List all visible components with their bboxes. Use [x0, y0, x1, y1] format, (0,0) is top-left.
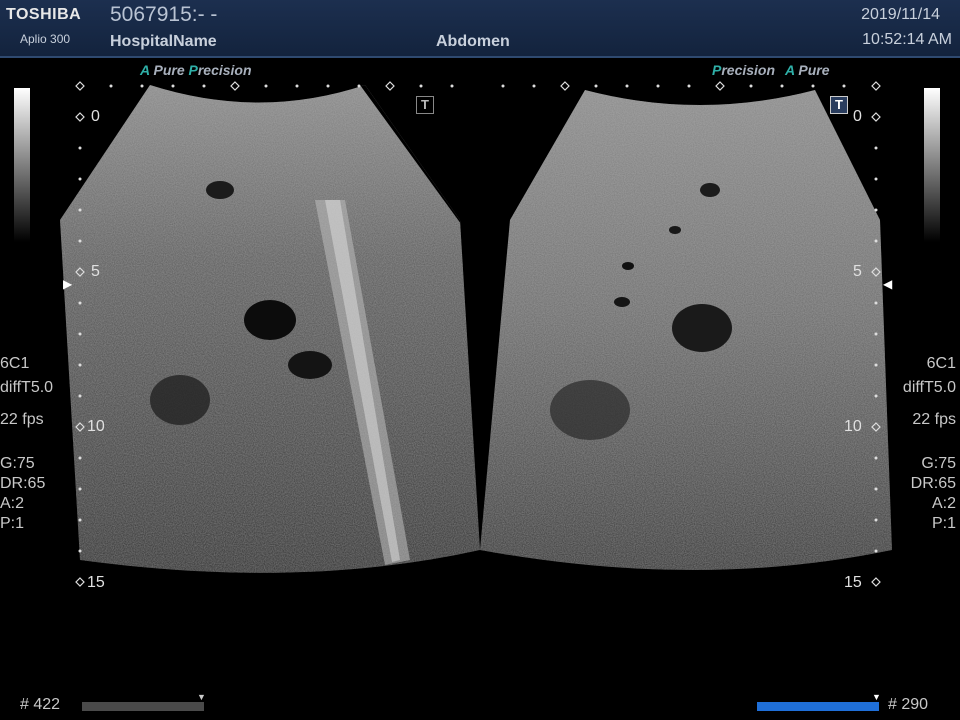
tag-a: A [784, 62, 795, 78]
cine-bar-left[interactable] [82, 702, 204, 711]
focus-marker-right-icon: ◀ [883, 277, 893, 291]
probe-label: 6C1 [0, 355, 30, 372]
tag-p: P [188, 62, 198, 78]
depth-label-10-right: 10 [844, 418, 862, 435]
t-marker-left-icon[interactable]: T [416, 96, 434, 114]
right-tag: Precision A Pure [712, 62, 830, 78]
dr-label: DR:65 [910, 475, 956, 492]
depth-label-10-left: 10 [87, 418, 105, 435]
cine-marker-right-icon: ▼ [872, 692, 881, 702]
exam-time: 10:52:14 AM [862, 31, 952, 48]
tag-precision: recision [721, 62, 776, 78]
ultrasound-image-left [60, 85, 480, 573]
tag-pure: Pure [798, 62, 830, 78]
a-label: A:2 [931, 495, 956, 512]
cine-bar-right-fill [757, 702, 879, 711]
depth-label-15-left: 15 [87, 574, 105, 591]
tag-pure: Pure [153, 62, 185, 78]
grayscale-bar-right [924, 88, 940, 242]
model-name: Aplio 300 [20, 32, 71, 46]
t-marker-right-icon[interactable]: T [830, 96, 848, 114]
frame-counter-left: # 422 [20, 696, 61, 713]
tag-p: P [712, 62, 722, 78]
mode-label: diffT5.0 [902, 379, 956, 396]
depth-label-0-left: 0 [91, 108, 100, 125]
params-left: 6C1 diffT5.0 22 fps G:75 DR:65 A:2 P:1 [0, 354, 53, 534]
fps-label: 22 fps [0, 411, 44, 428]
left-tag: A Pure Precision [140, 62, 252, 78]
probe-label: 6C1 [926, 355, 956, 372]
exam-type: Abdomen [436, 33, 510, 50]
header-bar: TOSHIBA Aplio 300 5067915:- - HospitalNa… [0, 0, 960, 58]
p-label: P:1 [931, 515, 956, 532]
tag-precision: recision [197, 62, 252, 78]
cine-bar-right[interactable] [757, 702, 879, 711]
mode-label: diffT5.0 [0, 379, 54, 396]
depth-label-5-left: 5 [91, 263, 100, 280]
ultrasound-image-right [480, 90, 892, 570]
tag-a: A [140, 62, 150, 78]
exam-date: 2019/11/14 [861, 6, 940, 23]
depth-label-0-right: 0 [853, 108, 862, 125]
gain-label: G:75 [921, 455, 956, 472]
p-label: P:1 [0, 515, 25, 532]
focus-marker-left-icon: ▶ [63, 277, 73, 291]
brand-logo: TOSHIBA [6, 6, 82, 23]
grayscale-bar-left [14, 88, 30, 242]
patient-id: 5067915:- - [110, 3, 218, 26]
depth-label-5-right: 5 [853, 263, 862, 280]
cine-marker-left-icon: ▼ [197, 692, 206, 702]
params-right: 6C1 diffT5.0 22 fps G:75 DR:65 A:2 P:1 [903, 354, 956, 534]
dr-label: DR:65 [0, 475, 46, 492]
a-label: A:2 [0, 495, 25, 512]
cine-bar-left-fill [82, 702, 204, 711]
frame-counter-right: # 290 [888, 696, 929, 713]
gain-label: G:75 [0, 455, 35, 472]
fps-label: 22 fps [912, 411, 956, 428]
depth-label-15-right: 15 [844, 574, 862, 591]
hospital-name: HospitalName [110, 33, 217, 50]
